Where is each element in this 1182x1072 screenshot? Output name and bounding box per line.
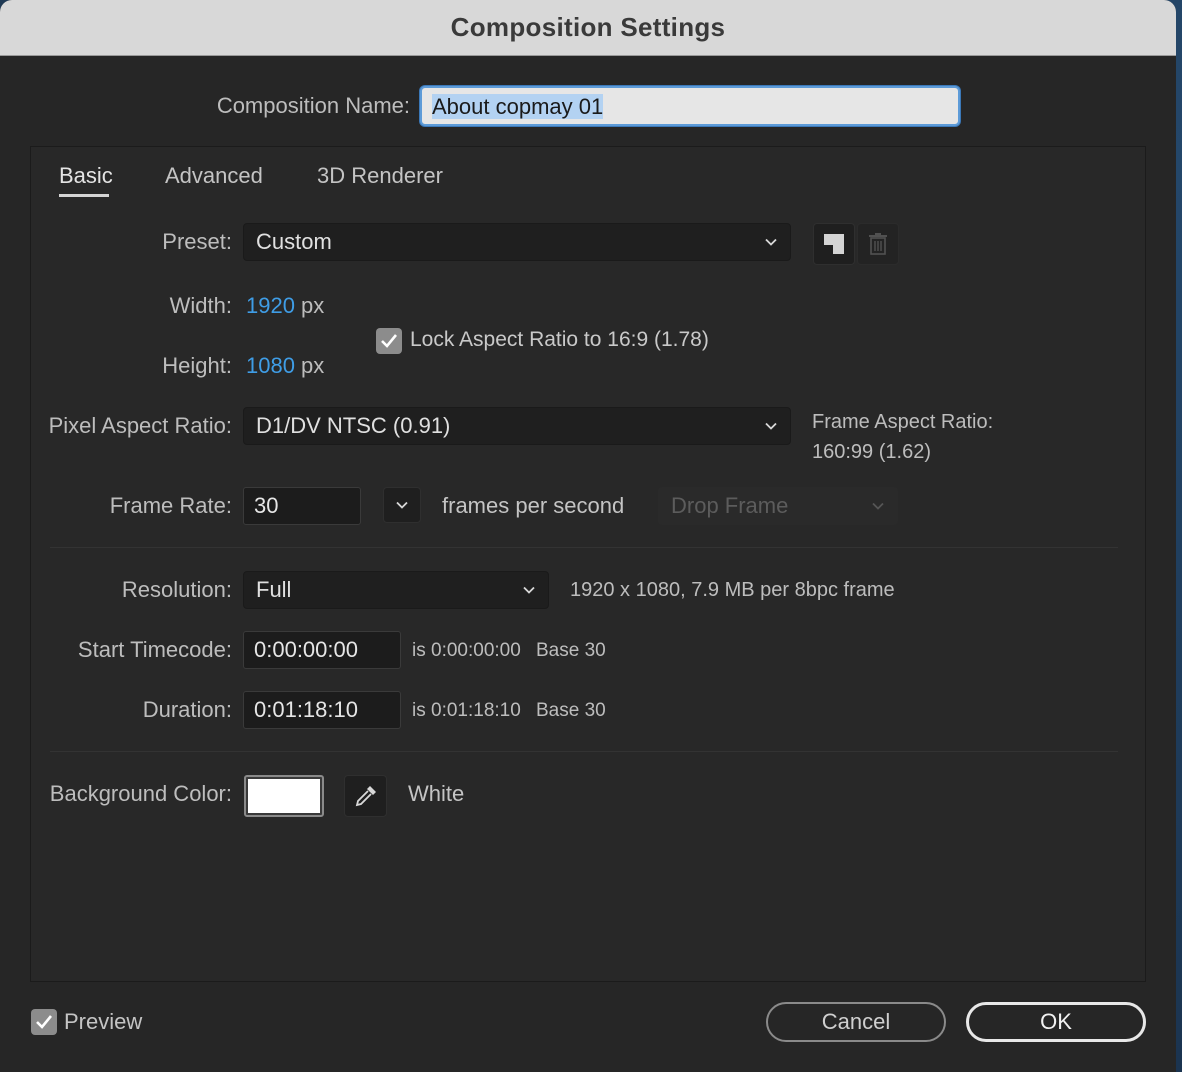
height-value[interactable]: 1080: [246, 353, 295, 379]
cancel-button[interactable]: Cancel: [766, 1002, 946, 1042]
start-timecode-input[interactable]: 0:00:00:00: [243, 631, 401, 669]
height-unit: px: [301, 353, 325, 378]
start-timecode-base: Base 30: [536, 640, 606, 661]
tab-3d-renderer[interactable]: 3D Renderer: [317, 163, 443, 189]
resolution-info: 1920 x 1080, 7.9 MB per 8bpc frame: [570, 579, 895, 601]
frame-aspect-label: Frame Aspect Ratio:: [812, 411, 994, 433]
drop-frame-dropdown: Drop Frame: [658, 487, 898, 525]
eyedropper-button[interactable]: [344, 775, 387, 817]
frame-rate-value: 30: [254, 493, 279, 518]
resolution-value: Full: [256, 577, 292, 602]
section-divider: [50, 547, 1118, 548]
duration-base: Base 30: [536, 700, 606, 721]
pixel-aspect-label: Pixel Aspect Ratio:: [48, 413, 232, 438]
tab-basic[interactable]: Basic: [59, 163, 113, 189]
duration-label: Duration:: [142, 697, 232, 722]
width-label: Width:: [169, 293, 232, 318]
active-tab-indicator: [59, 194, 109, 197]
preset-dropdown[interactable]: Custom: [243, 223, 791, 261]
frame-rate-input[interactable]: 30: [243, 487, 361, 525]
width-unit: px: [301, 293, 325, 318]
title-bar: Composition Settings: [0, 0, 1176, 56]
background-color-swatch[interactable]: [244, 775, 324, 817]
ok-button[interactable]: OK: [966, 1002, 1146, 1042]
save-preset-button[interactable]: [813, 223, 855, 265]
composition-settings-dialog: Composition Settings Composition Name: A…: [0, 0, 1176, 1072]
section-divider: [50, 751, 1118, 752]
delete-preset-button[interactable]: [857, 223, 899, 265]
width-value[interactable]: 1920: [246, 293, 295, 319]
height-label: Height:: [162, 353, 232, 378]
background-color-label: Background Color:: [49, 781, 232, 806]
settings-panel: [30, 146, 1146, 982]
resolution-label: Resolution:: [121, 577, 232, 602]
preset-label: Preset:: [162, 229, 232, 254]
composition-name-input[interactable]: About copmay 01: [420, 86, 960, 126]
checkmark-icon: [381, 334, 398, 348]
background-color-name: White: [408, 781, 465, 806]
trash-icon: [869, 233, 887, 255]
save-preset-icon: [824, 234, 844, 254]
chevron-down-icon: [765, 238, 777, 246]
start-timecode-label: Start Timecode:: [77, 637, 232, 662]
checkmark-icon: [36, 1015, 53, 1029]
duration-input[interactable]: 0:01:18:10: [243, 691, 401, 729]
preview-label: Preview: [64, 1009, 143, 1034]
frame-aspect-value: 160:99 (1.62): [812, 441, 931, 463]
lock-aspect-checkbox[interactable]: [376, 328, 402, 354]
duration-value: 0:01:18:10: [254, 697, 358, 722]
frame-rate-unit: frames per second: [442, 493, 625, 518]
dialog-title: Composition Settings: [450, 12, 726, 42]
pixel-aspect-dropdown[interactable]: D1/DV NTSC (0.91): [243, 407, 791, 445]
composition-name-label: Composition Name:: [216, 93, 410, 118]
preview-checkbox[interactable]: [31, 1009, 57, 1035]
duration-is: is 0:01:18:10: [412, 700, 521, 721]
chevron-down-icon: [396, 501, 408, 509]
eyedropper-icon: [355, 786, 376, 807]
drop-frame-value: Drop Frame: [671, 493, 789, 518]
tab-advanced[interactable]: Advanced: [165, 163, 263, 189]
pixel-aspect-value: D1/DV NTSC (0.91): [256, 413, 451, 438]
frame-rate-label: Frame Rate:: [109, 493, 232, 518]
start-timecode-value: 0:00:00:00: [254, 637, 358, 662]
background-color-fill: [248, 779, 320, 813]
chevron-down-icon: [523, 586, 535, 594]
chevron-down-icon: [872, 502, 884, 510]
frame-rate-dropdown-button[interactable]: [383, 487, 421, 523]
chevron-down-icon: [765, 422, 777, 430]
start-timecode-is: is 0:00:00:00: [412, 640, 521, 661]
lock-aspect-label: Lock Aspect Ratio to 16:9 (1.78): [410, 328, 709, 351]
preset-value: Custom: [256, 229, 332, 254]
composition-name-value: About copmay 01: [432, 94, 604, 119]
resolution-dropdown[interactable]: Full: [243, 571, 549, 609]
